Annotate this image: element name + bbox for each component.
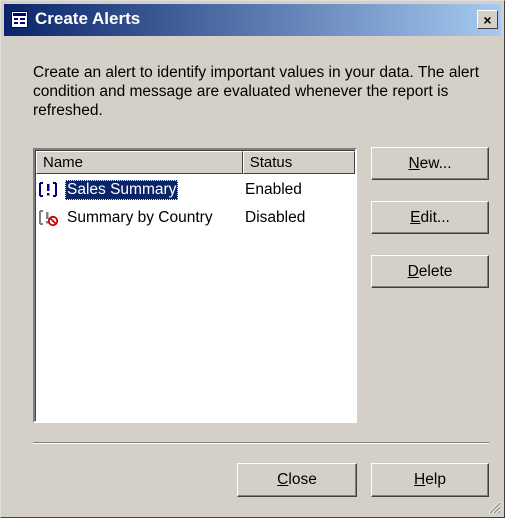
alert-enabled-icon (39, 182, 57, 197)
title-bar[interactable]: Create Alerts × (4, 4, 501, 36)
alert-name: Summary by Country (67, 209, 213, 226)
close-button[interactable]: Close (237, 463, 357, 497)
help-button[interactable]: Help (371, 463, 489, 497)
alert-status: Disabled (245, 209, 306, 226)
alert-status: Enabled (245, 181, 302, 198)
close-window-button[interactable]: × (477, 10, 498, 29)
resize-grip-icon[interactable] (487, 500, 501, 514)
column-header-name[interactable]: Name (36, 151, 243, 174)
create-alerts-dialog: Create Alerts × Create an alert to ident… (0, 0, 505, 518)
alerts-list[interactable]: Name Status Sales Summary Enabled Summar… (33, 148, 357, 423)
list-header: Name Status (36, 151, 355, 174)
new-button[interactable]: New... (371, 147, 489, 180)
alert-disabled-icon (39, 210, 59, 227)
delete-button[interactable]: Delete (371, 255, 489, 288)
close-icon: × (483, 11, 492, 28)
separator (33, 442, 489, 444)
alert-name: Sales Summary (65, 180, 179, 200)
list-item[interactable]: Sales Summary Enabled (38, 179, 350, 201)
column-header-status[interactable]: Status (242, 151, 355, 174)
list-item[interactable]: Summary by Country Disabled (38, 207, 350, 229)
window-title: Create Alerts (35, 9, 141, 28)
alerts-window-icon (11, 11, 28, 28)
description-text: Create an alert to identify important va… (33, 64, 480, 119)
edit-button[interactable]: Edit... (371, 201, 489, 234)
